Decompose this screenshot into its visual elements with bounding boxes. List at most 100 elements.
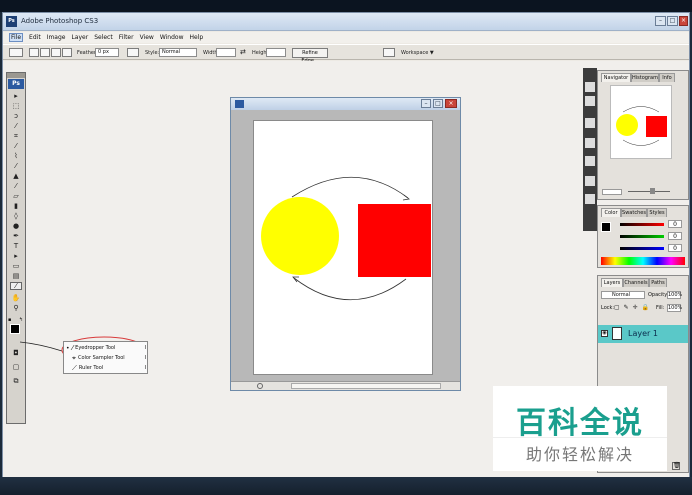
dock-icon-7[interactable] — [585, 194, 595, 204]
swap-icon[interactable]: ⇄ — [240, 48, 246, 56]
zoom-slider-thumb[interactable] — [650, 188, 655, 194]
healing-brush-icon[interactable]: ⌇ — [10, 152, 22, 160]
tab-swatches[interactable]: Swatches — [621, 208, 647, 217]
blue-slider[interactable] — [620, 247, 664, 250]
tab-info[interactable]: Info — [659, 73, 675, 82]
green-slider[interactable] — [620, 235, 664, 238]
flyout-item-eyedropper[interactable]: • ⁄ Eyedropper Tool I — [66, 344, 146, 353]
menu-file[interactable]: File — [9, 33, 24, 42]
minimize-icon[interactable]: – — [655, 16, 666, 26]
workspace-menu[interactable]: Workspace ▼ — [401, 50, 434, 56]
width-input[interactable] — [216, 48, 236, 57]
tab-layers[interactable]: Layers — [601, 278, 623, 287]
dock-icon-2[interactable] — [585, 96, 595, 106]
zoom-field[interactable] — [602, 189, 622, 195]
green-value[interactable]: 0 — [668, 232, 682, 240]
doc-maximize-icon[interactable]: □ — [433, 99, 443, 108]
notes-tool-icon[interactable]: ▤ — [10, 272, 22, 280]
close-icon[interactable]: × — [679, 16, 688, 26]
flyout-item-color-sampler[interactable]: ⌖ Color Sampler Tool I — [66, 354, 146, 363]
color-ramp[interactable] — [601, 257, 685, 265]
anti-alias-checkbox[interactable] — [127, 48, 139, 57]
lock-icons[interactable]: ▢✎✛🔒 — [614, 304, 658, 311]
doc-close-icon[interactable]: × — [445, 99, 457, 108]
feather-input[interactable]: 0 px — [95, 48, 119, 57]
hand-tool-icon[interactable]: ✋ — [10, 294, 22, 302]
flyout-item-ruler[interactable]: ⟋ Ruler Tool I — [66, 364, 146, 373]
dock-icon-1[interactable] — [585, 82, 595, 92]
path-selection-icon[interactable]: ▸ — [10, 252, 22, 260]
layer-row[interactable]: ◉ Layer 1 — [598, 325, 688, 343]
palette-well-icon[interactable] — [383, 48, 395, 57]
menu-layer[interactable]: Layer — [71, 34, 88, 41]
blend-mode-select[interactable]: Normal — [601, 291, 645, 299]
menu-window[interactable]: Window — [160, 34, 184, 41]
menu-image[interactable]: Image — [47, 34, 66, 41]
red-value[interactable]: 0 — [668, 220, 682, 228]
shape-tool-icon[interactable]: ▭ — [10, 262, 22, 270]
document-title-bar[interactable]: – □ × — [231, 98, 460, 110]
doc-minimize-icon[interactable]: – — [421, 99, 431, 108]
dock-icon-4[interactable] — [585, 138, 595, 148]
opacity-input[interactable]: 100% — [667, 291, 682, 299]
magic-wand-tool-icon[interactable]: ⁄ — [10, 122, 22, 130]
horizontal-scrollbar[interactable] — [291, 383, 441, 389]
type-tool-icon[interactable]: T — [10, 242, 22, 250]
swap-colors-icon[interactable]: ↰ — [19, 317, 25, 323]
add-selection-icon[interactable] — [40, 48, 50, 57]
dock-icon-5[interactable] — [585, 156, 595, 166]
visibility-eye-icon[interactable]: ◉ — [601, 330, 608, 337]
color-fg-swatch[interactable] — [601, 222, 611, 232]
maximize-icon[interactable]: □ — [667, 16, 678, 26]
watermark-title: 百科全说 — [516, 406, 644, 441]
tab-navigator[interactable]: Navigator — [601, 73, 631, 82]
tab-paths[interactable]: Paths — [649, 278, 667, 287]
delete-layer-icon[interactable]: 🗑 — [672, 462, 681, 470]
marquee-tool-icon[interactable]: ⬚ — [10, 102, 22, 110]
imageready-icon[interactable]: ⧉ — [10, 377, 22, 385]
blur-tool-icon[interactable]: ◊ — [10, 212, 22, 220]
eyedropper-tool-icon[interactable]: ⁄ — [10, 282, 22, 290]
layer-name[interactable]: Layer 1 — [628, 329, 658, 338]
dock-icon-3[interactable] — [585, 118, 595, 128]
menu-filter[interactable]: Filter — [119, 34, 134, 41]
zoom-tool-icon[interactable]: ⚲ — [10, 304, 22, 312]
blue-value[interactable]: 0 — [668, 244, 682, 252]
tab-styles[interactable]: Styles — [647, 208, 667, 217]
fill-input[interactable]: 100% — [667, 304, 682, 312]
default-colors-icon[interactable]: ▪ — [8, 317, 14, 323]
menu-edit[interactable]: Edit — [29, 34, 41, 41]
subtract-selection-icon[interactable] — [51, 48, 61, 57]
gradient-tool-icon[interactable]: ▮ — [10, 202, 22, 210]
eraser-tool-icon[interactable]: ▱ — [10, 192, 22, 200]
crop-tool-icon[interactable]: ⌗ — [10, 132, 22, 140]
clone-stamp-icon[interactable]: ▲ — [10, 172, 22, 180]
style-select[interactable]: Normal — [159, 48, 197, 57]
toolbox-grip[interactable] — [7, 73, 25, 78]
slice-tool-icon[interactable]: ⁄ — [10, 142, 22, 150]
image-canvas[interactable] — [253, 120, 433, 375]
menu-help[interactable]: Help — [190, 34, 204, 41]
menu-select[interactable]: Select — [94, 34, 113, 41]
refine-edge-button[interactable]: Refine Edge... — [292, 48, 328, 64]
dodge-tool-icon[interactable]: ● — [10, 222, 22, 230]
tab-channels[interactable]: Channels — [623, 278, 649, 287]
flyout-shortcut: I — [144, 345, 146, 351]
marquee-preset-icon[interactable] — [9, 48, 23, 57]
foreground-color-swatch[interactable] — [10, 324, 20, 334]
move-tool-icon[interactable]: ▸ — [10, 92, 22, 100]
zoom-slider[interactable] — [628, 191, 670, 192]
brush-tool-icon[interactable]: ⁄ — [10, 162, 22, 170]
new-selection-icon[interactable] — [29, 48, 39, 57]
dock-icon-6[interactable] — [585, 176, 595, 186]
pen-tool-icon[interactable]: ✒ — [10, 232, 22, 240]
height-input[interactable] — [266, 48, 286, 57]
menu-view[interactable]: View — [140, 34, 154, 41]
lasso-tool-icon[interactable]: ↄ — [10, 112, 22, 120]
navigator-thumbnail[interactable] — [610, 85, 672, 159]
tab-color[interactable]: Color — [601, 208, 621, 217]
tab-histogram[interactable]: Histogram — [631, 73, 659, 82]
intersect-selection-icon[interactable] — [62, 48, 72, 57]
red-slider[interactable] — [620, 223, 664, 226]
history-brush-icon[interactable]: ⁄ — [10, 182, 22, 190]
